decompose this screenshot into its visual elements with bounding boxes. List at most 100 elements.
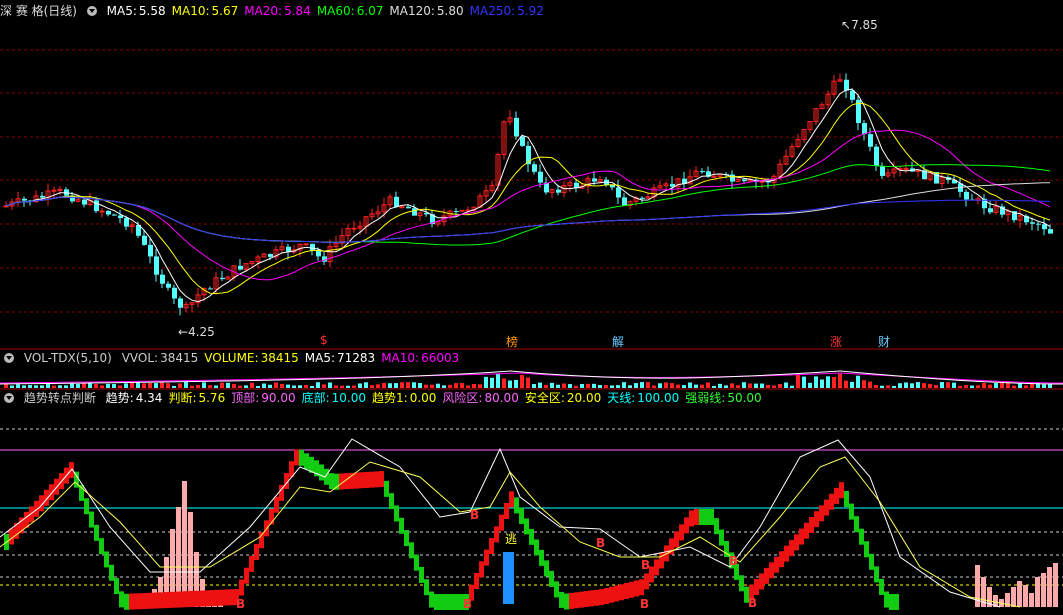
volume-bar <box>202 382 206 388</box>
volume-bar <box>982 382 986 388</box>
volume-bar <box>526 377 530 388</box>
trend-bar <box>404 530 409 547</box>
volume-bar <box>718 383 722 388</box>
volume-bar <box>766 384 770 388</box>
volume-bar <box>124 383 128 388</box>
trend-bar <box>889 594 894 610</box>
volume-bar <box>556 384 560 388</box>
volume-chart[interactable] <box>0 367 1063 391</box>
dropdown-circle-icon[interactable] <box>4 353 14 363</box>
ind-legend-label: 顶部: <box>231 391 260 405</box>
candle-body <box>310 243 315 251</box>
trend-bar <box>194 590 199 607</box>
trend-bar <box>364 471 369 488</box>
trend-bar <box>114 578 119 595</box>
candle-body <box>406 206 411 209</box>
candle-body <box>399 206 405 209</box>
volume-bar <box>880 385 884 388</box>
volume-bar <box>496 373 500 388</box>
trend-bar <box>554 581 559 598</box>
volume-bar <box>808 382 812 388</box>
trend-bar <box>429 591 434 608</box>
trend-bar <box>509 491 514 508</box>
volume-bar <box>784 382 788 388</box>
trend-bar <box>709 509 714 525</box>
candle-body <box>51 189 57 192</box>
volume-bar <box>328 382 332 388</box>
candle-body <box>964 191 969 200</box>
volume-bar <box>634 383 638 388</box>
vol-legend-item: MA10: 66003 <box>381 351 459 365</box>
volume-bar <box>832 377 836 388</box>
ma-legend-value: 5.67 <box>211 4 239 18</box>
candle-body <box>142 235 147 245</box>
volume-bar <box>904 382 908 388</box>
trend-bar <box>389 493 394 510</box>
volume-bar <box>118 385 122 388</box>
volume-bar <box>190 385 194 388</box>
event-marker[interactable]: 涨 <box>830 333 842 350</box>
trend-bar <box>249 555 254 572</box>
event-marker[interactable]: $ <box>320 333 328 347</box>
volume-bar <box>934 384 938 388</box>
candle-body <box>238 265 243 270</box>
ind-legend-item: 判断: 5.76 <box>168 391 225 405</box>
histogram-bar <box>1035 577 1040 607</box>
ind-legend-value: 4.34 <box>135 391 163 405</box>
vol-indicator-name[interactable]: VOL-TDX(5,10) <box>24 351 112 365</box>
volume-bar <box>466 385 470 388</box>
volume-bar <box>154 383 158 388</box>
candle-body <box>538 171 543 183</box>
trend-bar <box>354 472 359 489</box>
ma120-line <box>5 182 1051 243</box>
event-marker[interactable]: 榜 <box>506 333 518 350</box>
volume-bar <box>604 384 608 388</box>
ind-legend-item: 安全区: 20.00 <box>525 391 601 405</box>
indicator-name[interactable]: 趋势转点判断 <box>24 391 96 405</box>
buy-signal-label: B <box>640 597 649 611</box>
candle-body <box>903 167 909 170</box>
price-chart[interactable] <box>0 20 1063 350</box>
ind-legend-label: 天线: <box>607 391 636 405</box>
event-marker[interactable]: 解 <box>612 333 624 350</box>
trend-bar <box>829 493 834 510</box>
trend-bar <box>374 471 379 488</box>
volume-bar <box>682 385 686 388</box>
volume-bar <box>946 382 950 388</box>
ma-legend-value: 5.58 <box>138 4 166 18</box>
candle-body <box>148 244 153 257</box>
trend-bar <box>759 573 764 590</box>
volume-bar <box>106 383 110 388</box>
trend-bar <box>824 499 829 516</box>
candle-body <box>154 256 159 275</box>
vol-legend-label: VVOL: <box>121 351 159 365</box>
volume-bar <box>412 382 416 388</box>
candle-body <box>106 211 111 215</box>
dropdown-circle-icon[interactable] <box>4 393 14 403</box>
vol-legend-label: MA10: <box>381 351 420 365</box>
low-price-label: 4.25 <box>188 325 215 339</box>
volume-bar <box>166 383 170 388</box>
trend-bar <box>304 453 309 470</box>
ma60-line <box>5 164 1051 246</box>
trend-bar <box>644 573 649 590</box>
trend-bar <box>739 575 744 592</box>
high-price-annotation: ↖7.85 <box>841 18 878 32</box>
trend-bar <box>854 516 859 533</box>
histogram-bar <box>1047 567 1052 607</box>
trend-bar <box>134 593 139 610</box>
trend-bar <box>154 592 159 609</box>
ind-legend-label: 强弱线: <box>685 391 726 405</box>
volume-bar <box>1030 383 1034 388</box>
indicator-chart[interactable]: B B B B B B B B 逃 <box>0 407 1063 615</box>
ma-legend-value: 5.92 <box>517 4 544 18</box>
event-marker[interactable]: 财 <box>878 333 890 350</box>
trend-bar <box>614 585 619 602</box>
trend-bar <box>504 503 509 519</box>
trend-bar <box>639 579 644 596</box>
trend-bar <box>684 517 689 534</box>
candle-body <box>459 209 465 212</box>
buy-signal-label: B <box>236 597 245 611</box>
dropdown-circle-icon[interactable] <box>86 6 97 16</box>
vol-legend-value: 71283 <box>337 351 376 365</box>
